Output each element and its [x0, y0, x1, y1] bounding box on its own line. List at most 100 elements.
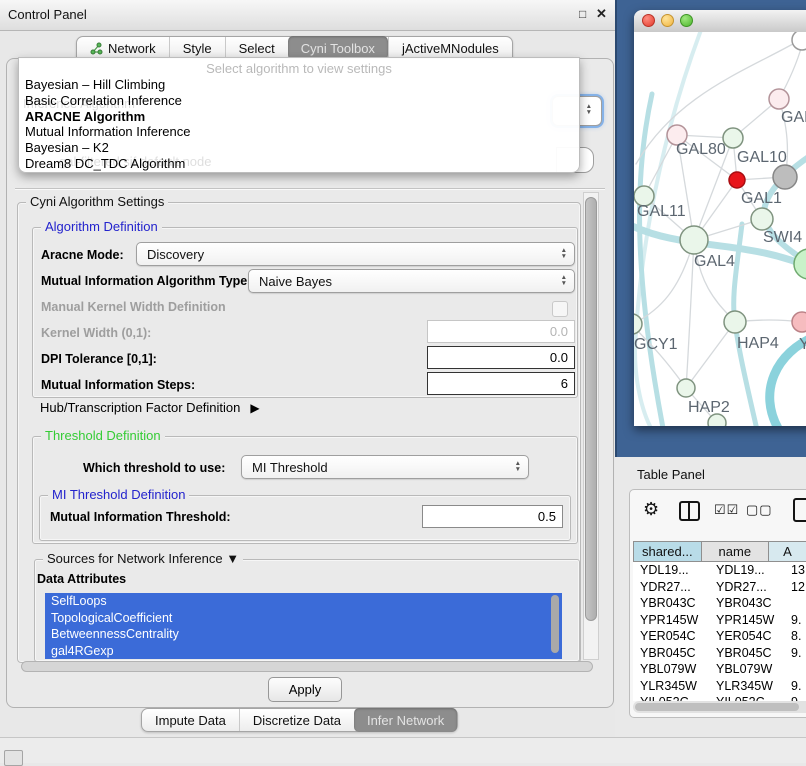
table-row[interactable]: YIL052CYIL052C9 [633, 694, 806, 701]
network-node[interactable] [677, 379, 695, 397]
tab-network[interactable]: Network [77, 37, 169, 59]
aracne-mode-select[interactable]: Discovery [136, 242, 575, 266]
attribute-item[interactable]: TopologicalCoefficient [45, 610, 562, 627]
dpi-tolerance-label: DPI Tolerance [0,1]: [41, 352, 157, 366]
columns-icon[interactable] [679, 501, 700, 521]
table-cell: YER054C [640, 628, 696, 645]
tab-impute-data[interactable]: Impute Data [142, 709, 239, 731]
mi-threshold-frame: MI Threshold Definition Mutual Informati… [39, 495, 571, 541]
horizontal-scrollbar[interactable] [21, 661, 593, 672]
tab-discretize-data[interactable]: Discretize Data [239, 709, 354, 731]
algorithm-option[interactable]: Bayesian – K2 [23, 140, 575, 156]
sources-title[interactable]: Sources for Network Inference ▼ [43, 551, 243, 566]
network-view-window: GALGAL80GAL10GAL1GAL11SWI4GAL4GCY1HAP4YH… [634, 10, 806, 426]
table-cell: YDL19... [716, 562, 765, 579]
separator [15, 188, 605, 190]
zoom-traffic-light[interactable] [680, 14, 693, 27]
network-node-label: GAL4 [694, 253, 735, 270]
network-canvas[interactable]: GALGAL80GAL10GAL1GAL11SWI4GAL4GCY1HAP4YH… [634, 32, 806, 426]
close-traffic-light[interactable] [642, 14, 655, 27]
network-node[interactable] [773, 165, 797, 189]
network-node-label: GAL [781, 109, 806, 126]
bottom-tabs: Impute Data Discretize Data Infer Networ… [141, 708, 458, 732]
table-cell: YDL19... [640, 562, 689, 579]
float-panel-icon[interactable]: □ [579, 7, 586, 21]
tab-jactivemnodules[interactable]: jActiveMNodules [388, 37, 512, 59]
network-node[interactable] [751, 208, 773, 230]
gear-icon[interactable]: ⚙ [643, 499, 659, 520]
table-row[interactable]: YBR043CYBR043C [633, 595, 806, 612]
table-row[interactable]: YDL19...YDL19...13 [633, 562, 806, 579]
mit-input[interactable] [422, 505, 563, 528]
network-node[interactable] [723, 128, 743, 148]
show-columns-icon[interactable]: ☑☑ [714, 502, 739, 518]
tab-select[interactable]: Select [225, 37, 288, 59]
column-header-shared-name[interactable]: shared... [634, 542, 702, 561]
table-cell: YBR045C [716, 645, 772, 662]
bottom-strip [0, 737, 806, 763]
attribute-item[interactable]: BetweennessCentrality [45, 626, 562, 643]
settings-vertical-scrollbar[interactable] [583, 192, 599, 660]
which-threshold-select[interactable]: MI Threshold [241, 455, 529, 479]
table-row[interactable]: YLR345WYLR345W9. [633, 678, 806, 695]
algorithm-option-selected[interactable]: ARACNE Algorithm [23, 109, 575, 125]
network-node[interactable] [792, 312, 806, 332]
minimized-panel-icon[interactable] [4, 750, 23, 766]
attribute-item[interactable]: SelfLoops [45, 593, 562, 610]
tab-style[interactable]: Style [169, 37, 225, 59]
control-panel-titlebar: Control Panel □ ✕ [0, 0, 615, 31]
hub-definition-label: Hub/Transcription Factor Definition [40, 400, 240, 415]
list-scrollbar[interactable] [551, 595, 559, 653]
network-node[interactable] [634, 314, 642, 334]
network-node[interactable] [769, 89, 789, 109]
mi-type-value: Naive Bayes [259, 274, 332, 289]
expander-right-icon: ▶ [250, 401, 259, 415]
table-cell: YLR345W [640, 678, 697, 695]
algorithm-option[interactable]: Dream8 DC_TDC Algorithm [23, 156, 575, 172]
minimize-traffic-light[interactable] [661, 14, 674, 27]
hub-definition-expander[interactable]: Hub/Transcription Factor Definition ▶ [40, 400, 260, 415]
table-row[interactable]: YBL079WYBL079W [633, 661, 806, 678]
table-body[interactable]: YDL19...YDL19...13YDR27...YDR27...12YBR0… [633, 562, 806, 701]
network-window-titlebar[interactable] [634, 10, 806, 33]
attribute-item[interactable]: gal4RGexp [45, 643, 562, 660]
spinner-arrows-icon [561, 248, 567, 260]
network-node-label: GAL80 [676, 141, 726, 158]
algorithm-option[interactable]: Mutual Information Inference [23, 124, 575, 140]
table-horizontal-scrollbar[interactable] [633, 701, 806, 713]
table-row[interactable]: YBR045C YBR045C 9. [633, 645, 806, 662]
network-node[interactable] [729, 172, 745, 188]
apply-button[interactable]: Apply [268, 677, 342, 702]
attribute-list[interactable]: SelfLoops TopologicalCoefficient Between… [45, 593, 562, 659]
table-cell: 9. [791, 645, 801, 662]
network-node[interactable] [680, 226, 708, 254]
table-row[interactable]: YDR27...YDR27...12 [633, 579, 806, 596]
scrollbar-thumb[interactable] [585, 197, 597, 621]
network-node[interactable] [724, 311, 746, 333]
network-node[interactable] [708, 414, 726, 426]
algorithm-option[interactable]: Basic Correlation Inference [23, 93, 575, 109]
close-panel-icon[interactable]: ✕ [596, 6, 607, 22]
table-row[interactable]: YPR145WYPR145W9. [633, 612, 806, 629]
network-node-label: GAL1 [741, 190, 782, 207]
manual-kernel-checkbox[interactable] [552, 301, 568, 317]
column-header-name[interactable]: name [702, 542, 770, 561]
network-node[interactable] [792, 32, 806, 50]
algorithm-option[interactable]: Bayesian – Hill Climbing [23, 77, 575, 93]
scrollbar-thumb[interactable] [635, 703, 799, 711]
mi-type-select[interactable]: Naive Bayes [248, 269, 575, 293]
network-graph: GALGAL80GAL10GAL1GAL11SWI4GAL4GCY1HAP4YH… [634, 32, 806, 426]
tab-infer-network[interactable]: Infer Network [354, 708, 457, 732]
table-cell: YBR045C [640, 645, 696, 662]
column-header-partial[interactable]: A [769, 542, 806, 561]
mi-steps-input[interactable] [427, 372, 575, 395]
mi-threshold-title: MI Threshold Definition [48, 487, 189, 502]
kernel-width-input[interactable] [427, 320, 575, 343]
table-container: ⚙ ☑☑ ▢▢ shared... name A YDL19... YDL19..… [629, 489, 806, 718]
mi-type-label: Mutual Information Algorithm Type: [41, 274, 251, 288]
table-row[interactable]: YER054CYER054C8. [633, 628, 806, 645]
hide-columns-icon[interactable]: ▢▢ [746, 502, 773, 518]
dpi-tolerance-input[interactable] [427, 346, 575, 369]
export-table-icon[interactable] [793, 498, 806, 522]
collapse-down-icon: ▼ [226, 551, 239, 566]
